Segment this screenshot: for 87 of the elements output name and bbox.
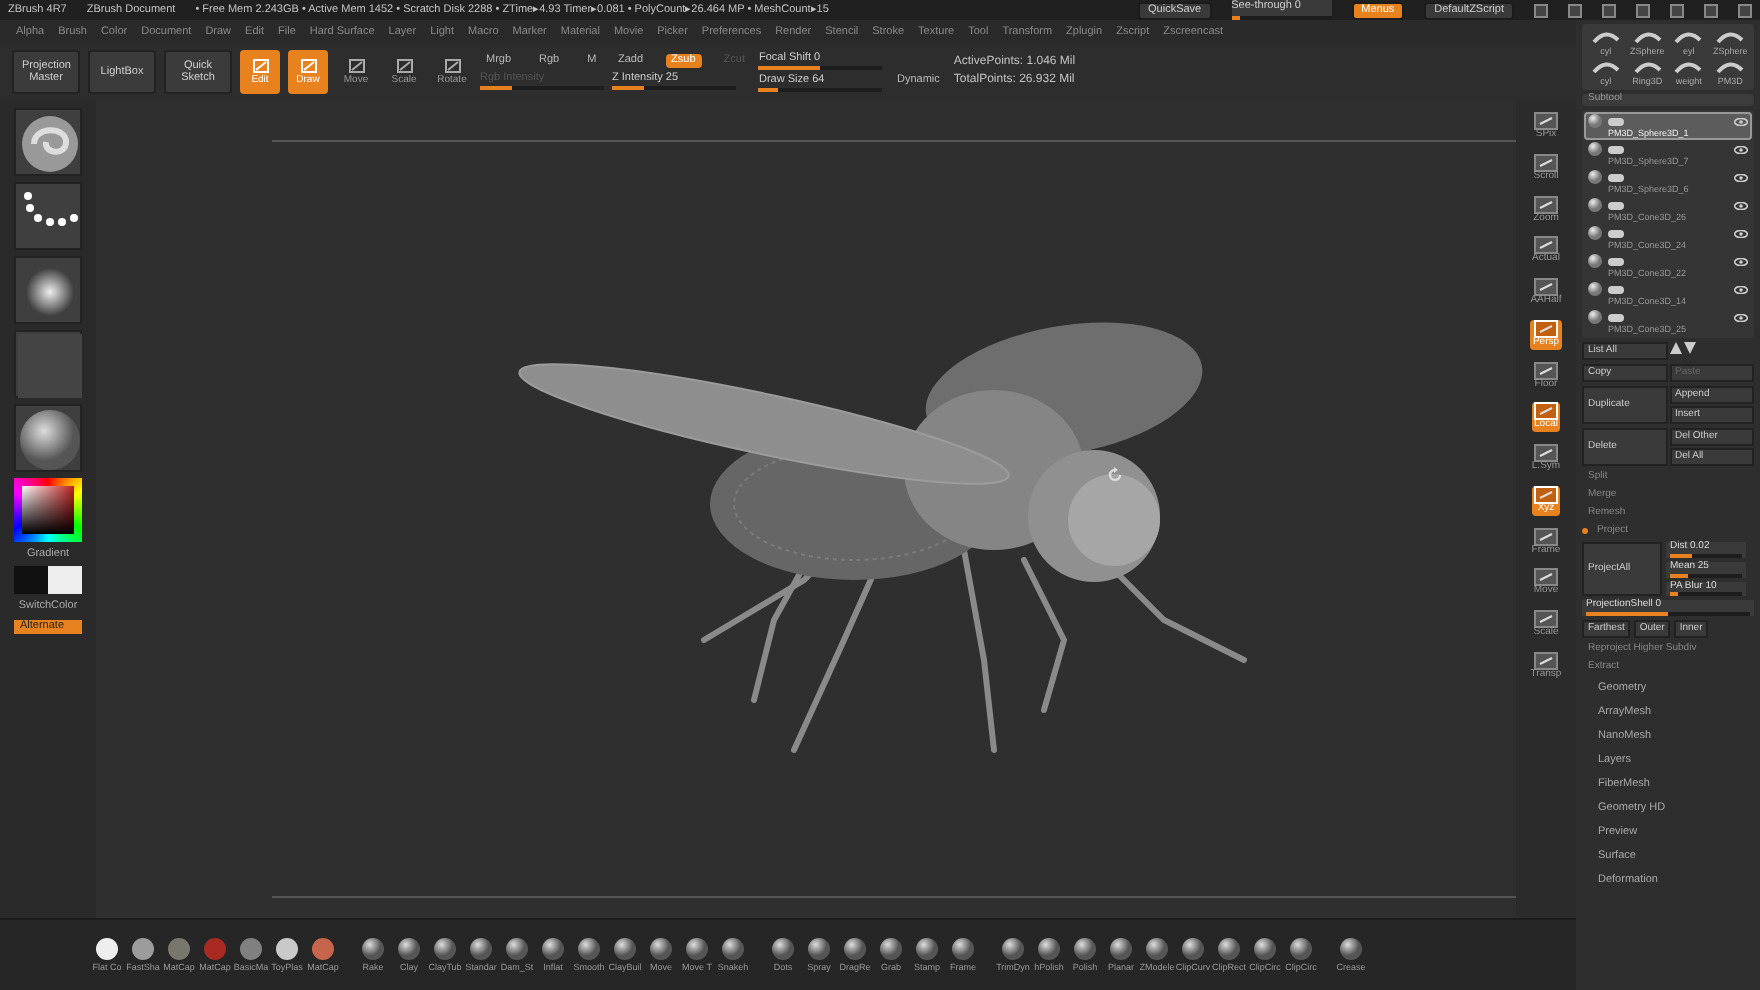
toggle-icon — [1608, 313, 1624, 322]
brush-icon — [1002, 937, 1024, 960]
toggle-icon — [1608, 285, 1624, 294]
stroke-icon — [916, 937, 938, 960]
slider-thumb[interactable] — [612, 85, 643, 90]
tool-icon — [1533, 444, 1558, 462]
stroke-icon — [844, 937, 866, 960]
tool-icon — [1591, 58, 1620, 77]
brush-icon — [362, 937, 384, 960]
tool-icon — [1534, 319, 1558, 338]
arrow-down-icon — [1684, 342, 1696, 355]
tool-icon — [1534, 112, 1558, 130]
tool-icon — [1534, 485, 1558, 504]
eye-icon — [1734, 229, 1748, 238]
brush-icon — [1218, 937, 1240, 960]
toggle-icon — [1608, 257, 1624, 266]
toggle-icon — [1608, 145, 1624, 154]
eye-icon — [1734, 201, 1748, 210]
toggle-icon — [1608, 173, 1624, 182]
tool-icon — [1633, 58, 1662, 77]
tool-icon — [1674, 28, 1703, 46]
eye-icon — [1734, 117, 1748, 126]
mode-icon — [251, 57, 269, 74]
tool-icon — [1674, 58, 1703, 77]
bullet-icon — [1582, 528, 1588, 535]
main-color-swatch[interactable] — [14, 566, 48, 595]
material-thumbnail[interactable] — [16, 406, 84, 474]
brush-icon — [542, 937, 564, 960]
tool-icon — [1534, 402, 1558, 421]
slider-thumb[interactable] — [1670, 553, 1692, 558]
eye-icon — [1734, 257, 1748, 266]
brush-thumbnail[interactable] — [16, 110, 84, 178]
slider-thumb[interactable] — [1231, 15, 1240, 20]
slider-thumb[interactable] — [1670, 592, 1678, 597]
stroke-icon — [880, 937, 902, 960]
arrow-up-icon — [1669, 342, 1681, 355]
brush-icon — [398, 937, 420, 960]
toggle-icon — [1608, 229, 1624, 238]
mode-icon — [395, 57, 413, 74]
tool-icon — [1534, 236, 1558, 255]
secondary-color-swatch[interactable] — [48, 566, 82, 595]
brush-icon — [1254, 937, 1276, 960]
slider-thumb[interactable] — [1670, 573, 1688, 578]
tool-icon — [1716, 28, 1745, 46]
brush-icon — [1074, 937, 1096, 960]
brush-icon — [506, 937, 528, 960]
tool-icon — [1591, 28, 1620, 46]
brush-icon — [722, 937, 744, 960]
tool-icon — [1533, 651, 1558, 670]
toggle-icon — [1608, 201, 1624, 210]
slider-thumb[interactable] — [1586, 612, 1668, 617]
stroke-icon — [952, 937, 974, 960]
stroke-icon — [772, 937, 794, 960]
tool-icon — [1633, 28, 1662, 46]
tool-icon — [1533, 568, 1558, 587]
eye-icon — [1734, 145, 1748, 154]
tool-icon — [1534, 278, 1558, 296]
brush-icon — [1038, 937, 1060, 960]
eye-icon — [1734, 313, 1748, 322]
brush-icon — [1110, 937, 1132, 960]
brush-icon — [1182, 937, 1204, 960]
brush-icon — [434, 937, 456, 960]
brush-icon — [650, 937, 672, 960]
eye-icon — [1734, 173, 1748, 182]
texture-thumbnail[interactable] — [16, 332, 84, 400]
mode-icon — [347, 57, 365, 74]
stroke-icon — [808, 937, 830, 960]
tool-icon — [1716, 58, 1745, 77]
tool-icon — [1534, 195, 1558, 213]
brush-icon — [578, 937, 600, 960]
eye-icon — [1734, 285, 1748, 294]
brush-icon — [470, 937, 492, 960]
tool-icon — [1533, 610, 1558, 628]
mode-icon — [299, 57, 317, 74]
tool-icon — [1534, 361, 1558, 379]
slider-thumb[interactable] — [758, 88, 778, 93]
color-picker[interactable] — [14, 478, 82, 542]
brush-icon — [1290, 937, 1312, 960]
tool-icon — [1533, 527, 1558, 545]
tool-icon — [1533, 153, 1558, 172]
brush-icon — [614, 937, 636, 960]
toggle-icon — [1608, 117, 1624, 126]
brush-icon — [686, 937, 708, 960]
brush-icon — [1146, 937, 1168, 960]
mode-icon — [443, 57, 461, 74]
brush-icon — [1340, 937, 1362, 960]
rotate-cursor-icon — [1106, 466, 1124, 484]
